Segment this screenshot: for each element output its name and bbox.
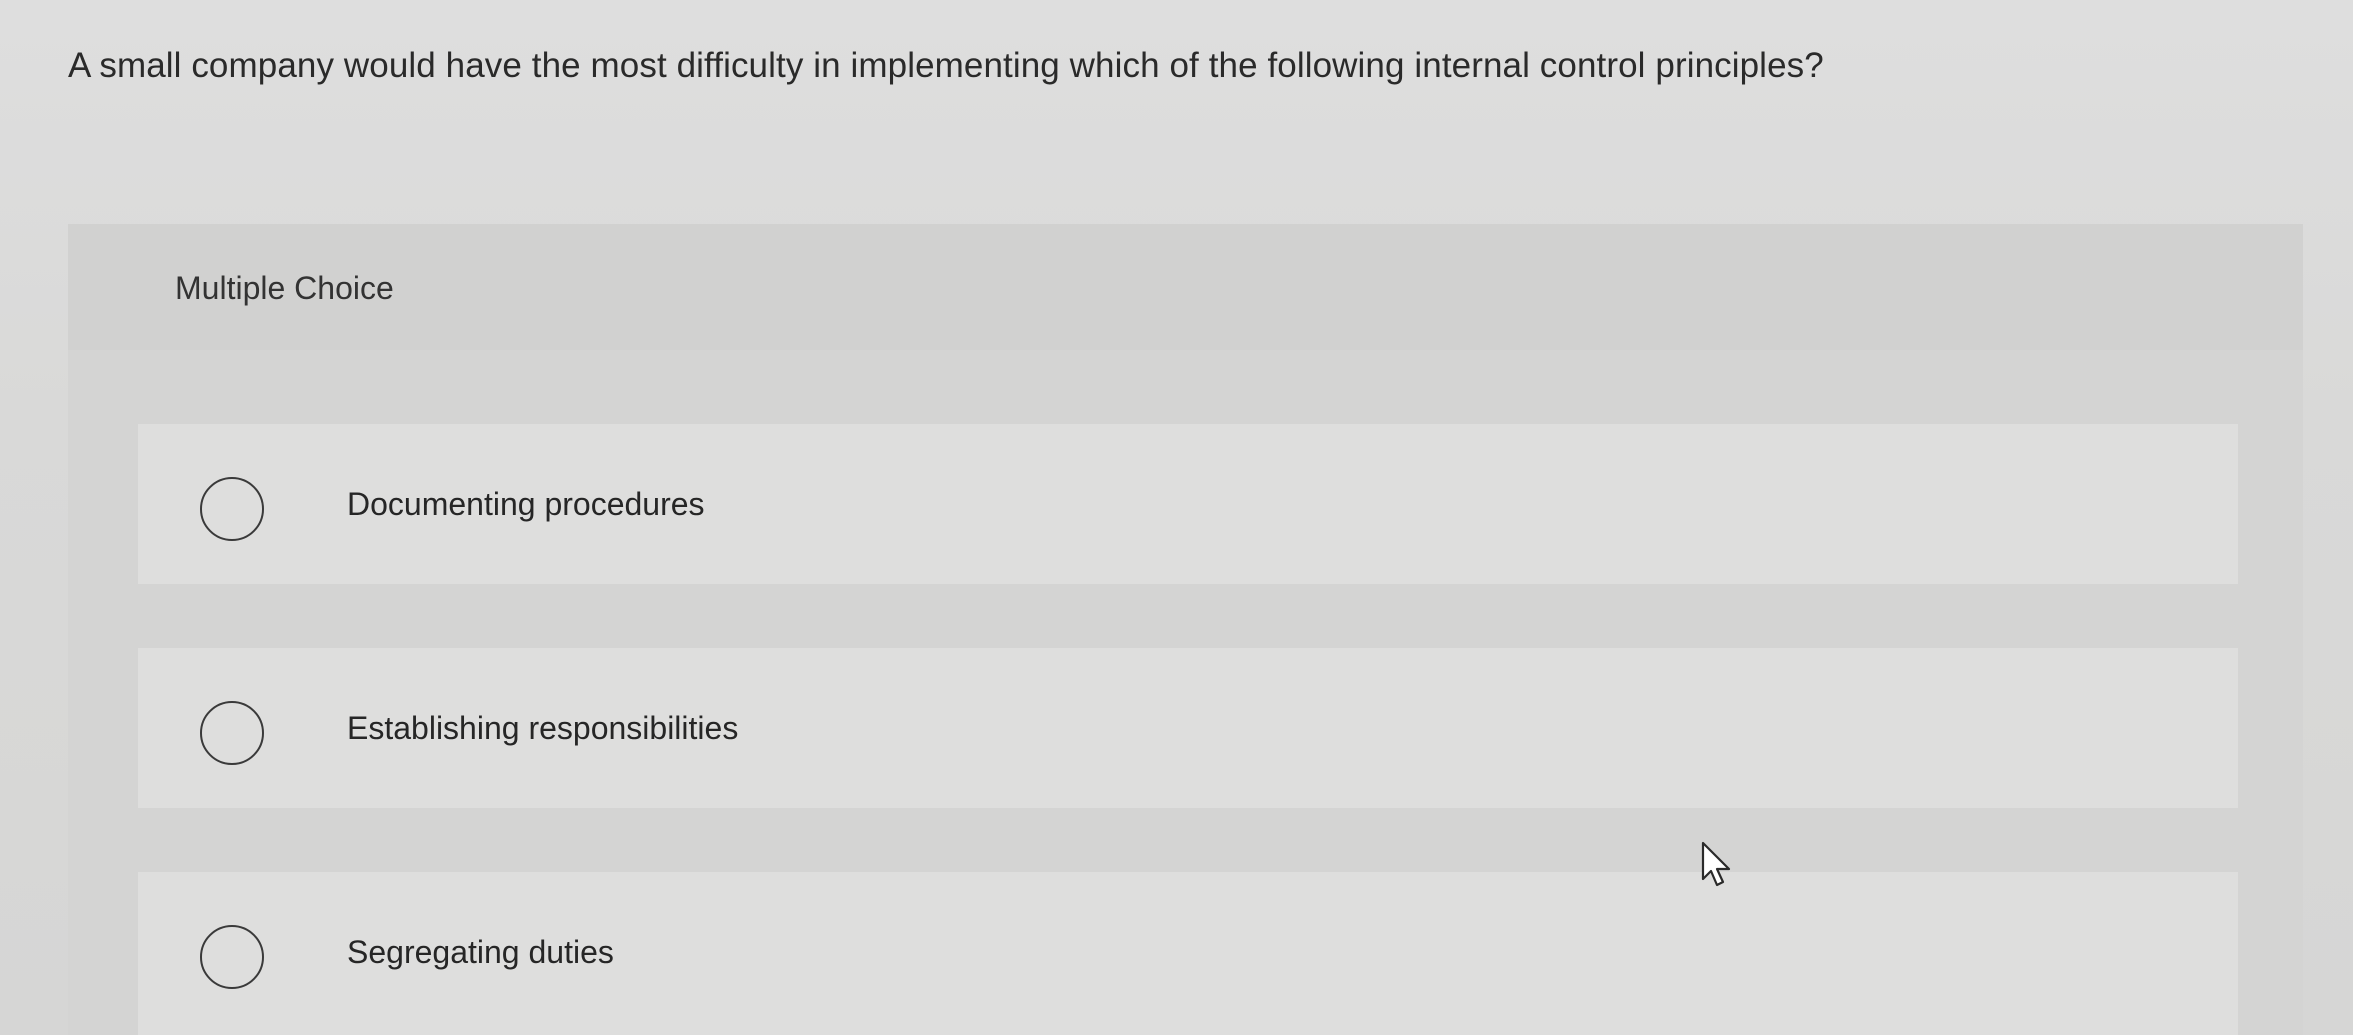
multiple-choice-label: Multiple Choice (175, 270, 394, 306)
radio-empty-icon[interactable] (200, 701, 264, 765)
quiz-page: A small company would have the most diff… (0, 0, 2353, 1035)
answer-option-establishing-responsibilities[interactable]: Establishing responsibilities (138, 648, 2238, 808)
radio-empty-icon[interactable] (200, 477, 264, 541)
radio-empty-icon[interactable] (200, 925, 264, 989)
hand-pointer-icon (1701, 841, 1731, 887)
multiple-choice-header: Multiple Choice (68, 224, 2303, 350)
answer-option-documenting-procedures[interactable]: Documenting procedures (138, 424, 2238, 584)
answer-option-label: Segregating duties (347, 934, 614, 970)
multiple-choice-panel: Multiple Choice Documenting procedures E… (68, 224, 2303, 1035)
answer-option-segregating-duties[interactable]: Segregating duties (138, 872, 2238, 1035)
answer-option-label: Documenting procedures (347, 486, 705, 522)
question-prompt: A small company would have the most diff… (68, 46, 1824, 85)
answer-option-label: Establishing responsibilities (347, 710, 739, 746)
